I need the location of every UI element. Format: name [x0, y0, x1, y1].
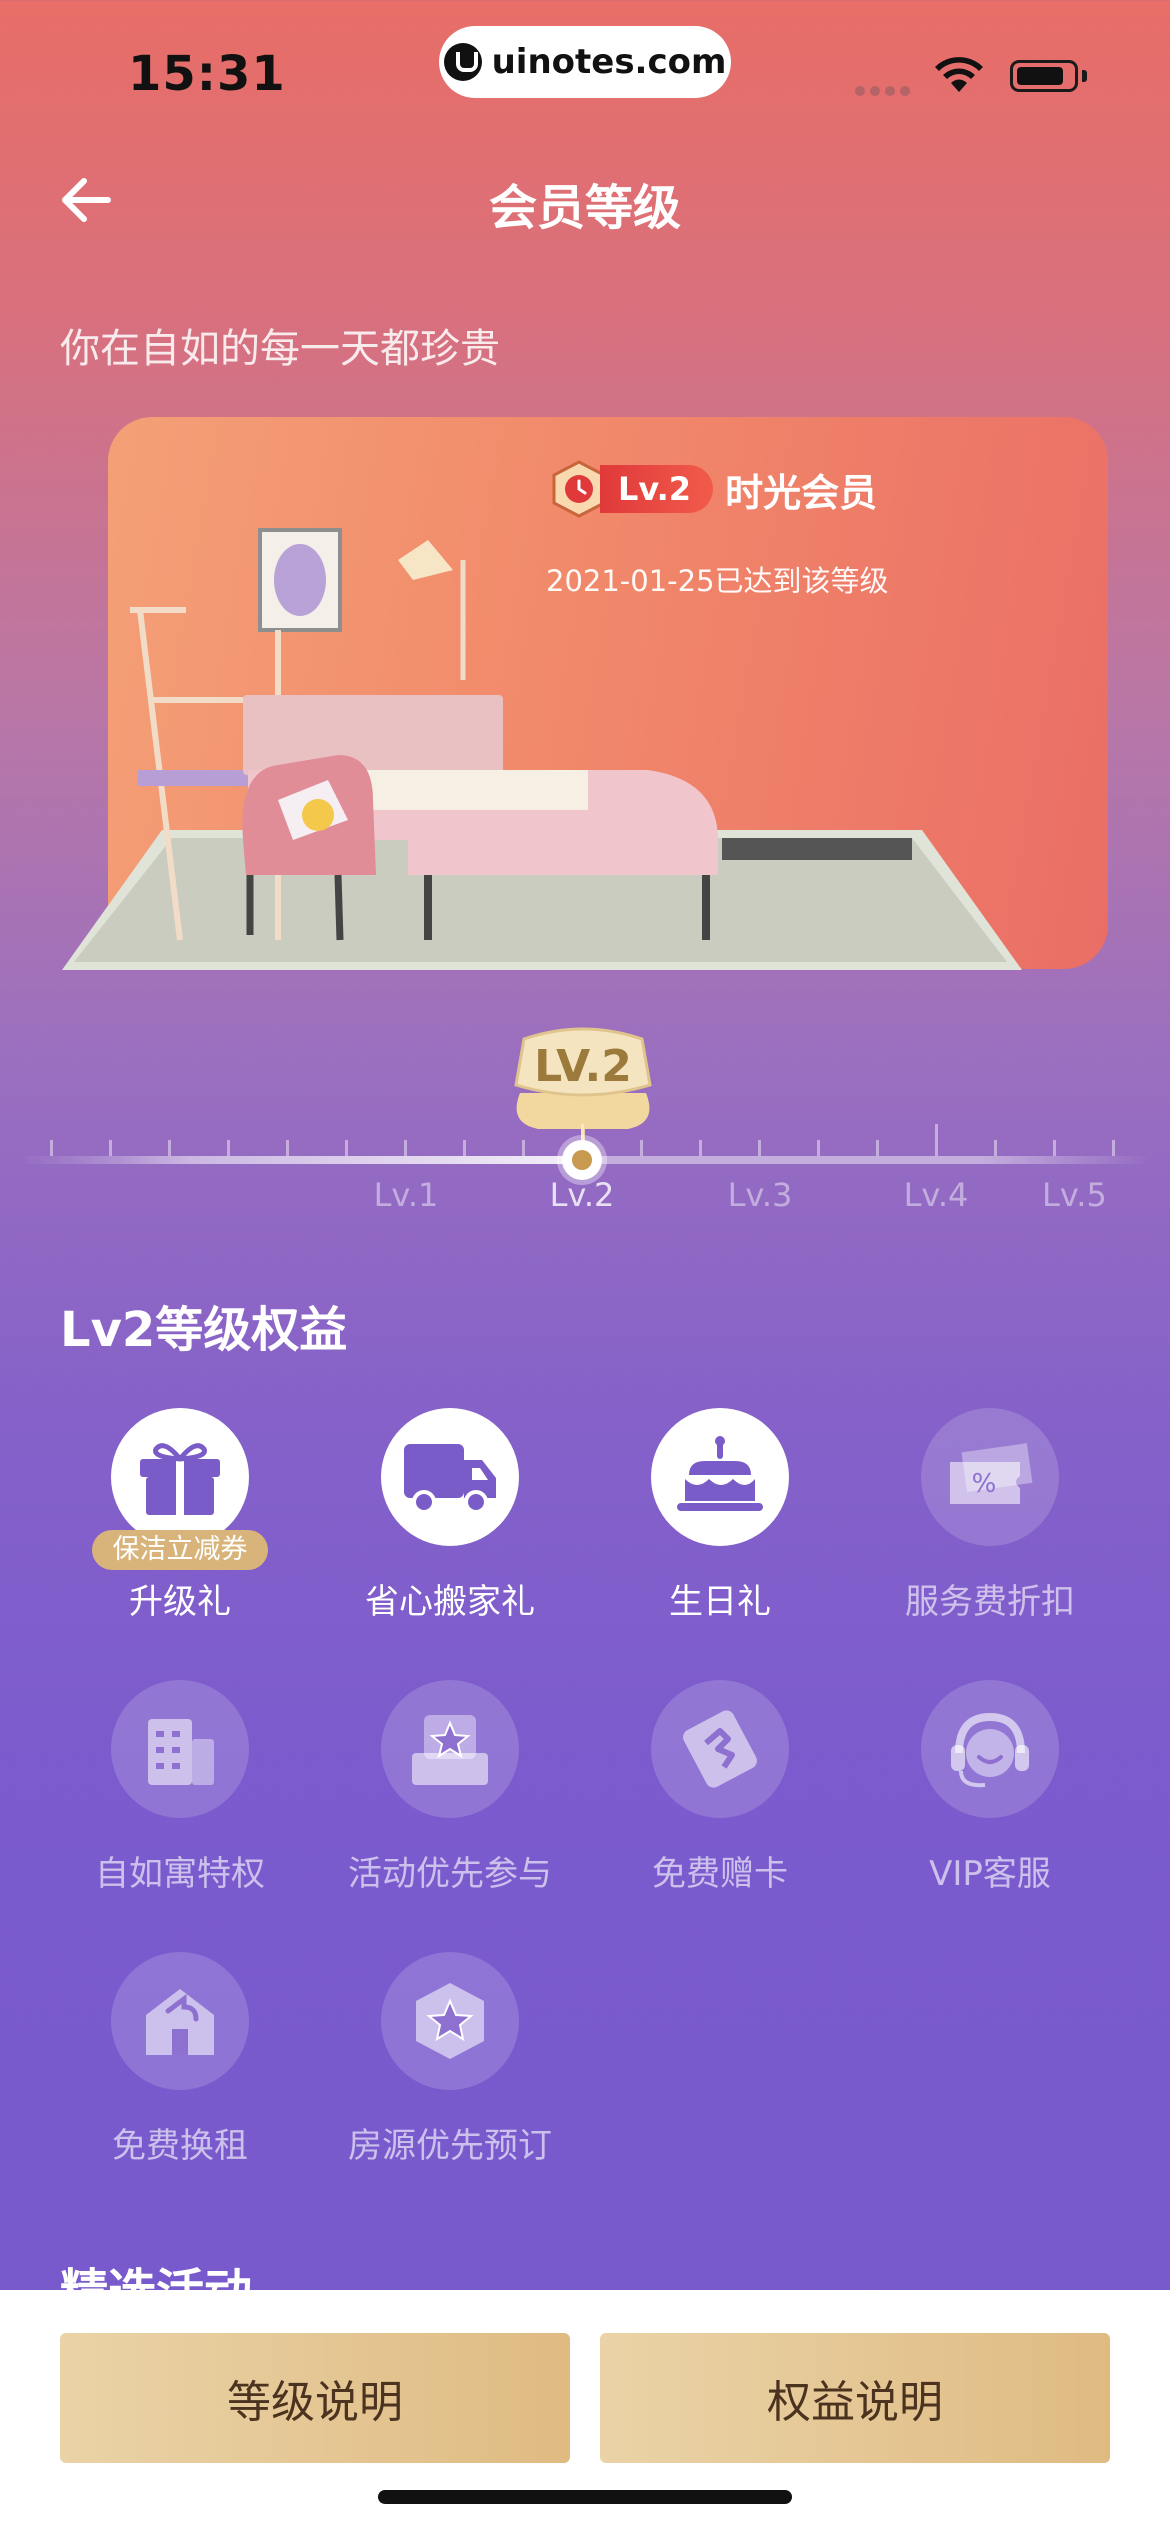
card-icon: [651, 1680, 789, 1818]
track-tick: [522, 1140, 525, 1156]
battery-icon: [1010, 60, 1078, 92]
benefit-label: 生日礼: [669, 1582, 771, 1622]
signal-icon: [855, 86, 910, 96]
level-badge: Lv.2 时光会员: [550, 458, 877, 520]
track-tick: [1053, 1140, 1056, 1156]
track-tick: [286, 1140, 289, 1156]
benefit-label: 免费赠卡: [652, 1854, 788, 1894]
benefit-label: 服务费折扣: [905, 1582, 1075, 1622]
current-level-badge-text: LV.2: [534, 1041, 632, 1092]
track-tick: [463, 1140, 466, 1156]
level-badge-text: Lv.2: [600, 465, 714, 513]
track-tick: [817, 1140, 820, 1156]
benefit-info-button[interactable]: 权益说明: [600, 2333, 1110, 2463]
level-label-4[interactable]: Lv.4: [866, 1176, 1006, 1214]
site-logo-icon: [443, 43, 482, 81]
benefit-label: 升级礼: [129, 1582, 231, 1622]
track-tick: [876, 1140, 879, 1156]
benefits-title: Lv2等级权益: [60, 1302, 348, 1358]
benefit-label: 省心搬家礼: [365, 1582, 535, 1622]
battery-tip: [1082, 70, 1087, 82]
track-tick: [404, 1140, 407, 1156]
benefit-free-card[interactable]: 免费赠卡: [585, 1680, 855, 1895]
building-icon: [111, 1680, 249, 1818]
benefit-free-rent-change[interactable]: 免费换租: [45, 1952, 315, 2167]
track-tick: [994, 1140, 997, 1156]
benefit-label: 活动优先参与: [348, 1854, 552, 1894]
level-name: 时光会员: [725, 470, 878, 515]
benefit-service-discount[interactable]: % 服务费折扣: [855, 1408, 1125, 1623]
benefit-label: VIP客服: [929, 1854, 1051, 1894]
level-label-1[interactable]: Lv.1: [336, 1176, 476, 1214]
track-tick: [640, 1140, 643, 1156]
track-tick: [935, 1124, 938, 1156]
benefit-listing-priority[interactable]: 房源优先预订: [315, 1952, 585, 2167]
level-track-progress: [120, 1156, 580, 1164]
benefit-activity-priority[interactable]: 活动优先参与: [315, 1680, 585, 1895]
home-indicator: [378, 2490, 792, 2504]
track-tick: [699, 1140, 702, 1156]
achieved-date: 2021-01-25已达到该等级: [546, 564, 889, 598]
status-time: 15:31: [128, 46, 286, 102]
page-title: 会员等级: [488, 180, 681, 236]
headset-icon: [921, 1680, 1059, 1818]
benefit-ziroom-apartment[interactable]: 自如寓特权: [45, 1680, 315, 1895]
gift-icon: [111, 1408, 249, 1546]
track-tick: [50, 1140, 53, 1156]
level-label-3[interactable]: Lv.3: [690, 1176, 830, 1214]
house-swap-icon: [111, 1952, 249, 2090]
benefit-moving-gift[interactable]: 省心搬家礼: [315, 1408, 585, 1623]
track-tick: [345, 1140, 348, 1156]
track-tick: [227, 1140, 230, 1156]
level-label-2[interactable]: Lv.2: [512, 1176, 652, 1214]
benefit-birthday-gift[interactable]: 生日礼: [585, 1408, 855, 1623]
url-pill[interactable]: uinotes.com: [439, 26, 731, 98]
benefit-label: 房源优先预订: [348, 2126, 552, 2166]
svg-text:%: %: [972, 1469, 997, 1499]
wifi-icon: [935, 57, 983, 92]
benefit-label: 自如寓特权: [95, 1854, 265, 1894]
benefit-upgrade-gift[interactable]: 升级礼: [45, 1408, 315, 1623]
track-tick: [109, 1140, 112, 1156]
track-tick: [168, 1140, 171, 1156]
truck-icon: [381, 1408, 519, 1546]
star-box-icon: [381, 1680, 519, 1818]
benefit-vip-service[interactable]: VIP客服: [855, 1680, 1125, 1895]
level-track-knob[interactable]: [562, 1140, 602, 1180]
benefit-label: 免费换租: [112, 2126, 248, 2166]
level-label-5[interactable]: Lv.5: [1042, 1176, 1132, 1214]
level-info-button[interactable]: 等级说明: [60, 2333, 570, 2463]
benefit-tag-badge: 保洁立减券: [92, 1530, 268, 1570]
cake-icon: [651, 1408, 789, 1546]
track-tick: [1112, 1140, 1115, 1156]
tagline: 你在自如的每一天都珍贵: [60, 326, 500, 372]
discount-ticket-icon: %: [921, 1408, 1059, 1546]
star-hexagon-icon: [381, 1952, 519, 2090]
track-tick: [758, 1140, 761, 1156]
url-text: uinotes.com: [491, 42, 727, 82]
